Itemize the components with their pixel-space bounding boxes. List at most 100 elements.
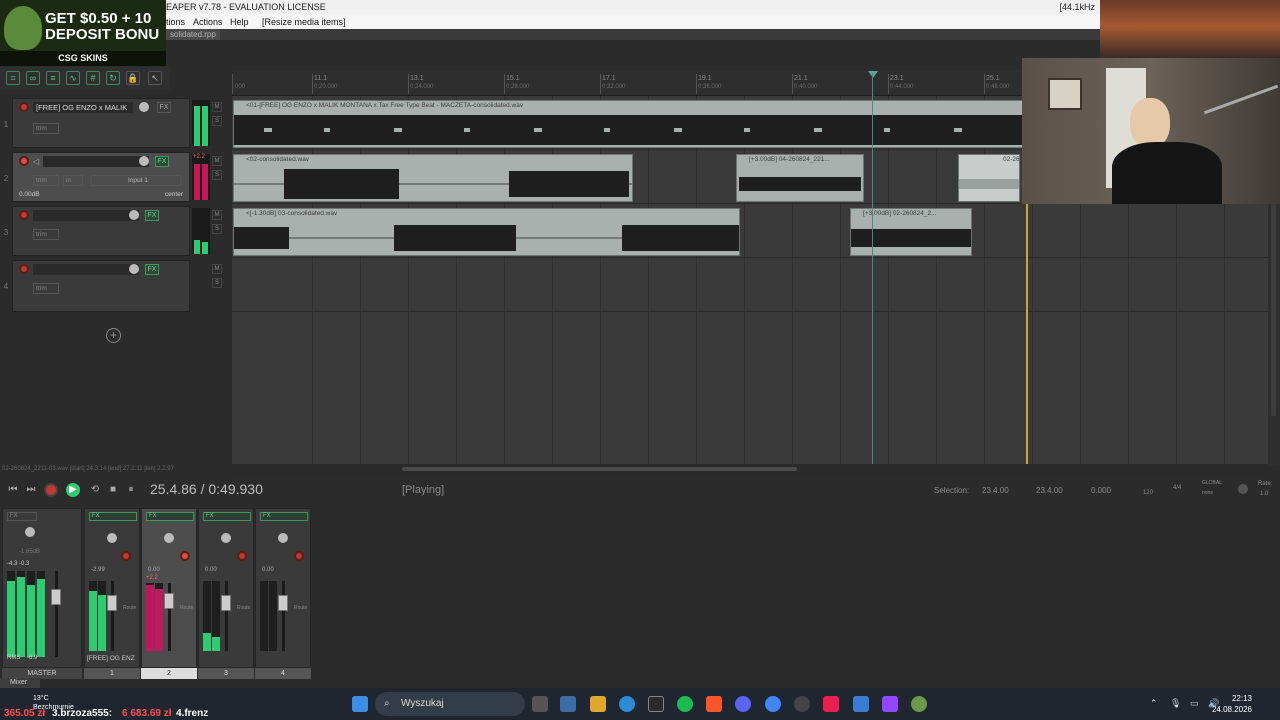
app-icon[interactable] (648, 696, 664, 712)
media-item[interactable]: <[-1.30dB] 03-consolidated.wav (233, 208, 740, 256)
strip-fader[interactable] (107, 595, 117, 611)
tray-chevron-icon[interactable]: ⌃ (1150, 698, 1158, 709)
taskbar-clock[interactable]: 22:13 24.08.2026 (1212, 693, 1252, 715)
media-item[interactable]: [+3.00dB] 04-260824_221... (736, 154, 864, 202)
file-explorer-icon[interactable] (590, 696, 606, 712)
menu-resize-media-items[interactable]: [Resize media items] (262, 17, 346, 27)
track-name-field[interactable] (33, 264, 139, 275)
strip-record-arm[interactable] (237, 551, 247, 561)
track-name-field[interactable] (33, 210, 139, 221)
go-to-start-icon[interactable]: ⏮ (6, 483, 20, 497)
strip-record-arm[interactable] (121, 551, 131, 561)
trim-button[interactable]: trim (33, 123, 59, 134)
mixer-strip-1[interactable]: FX -2.99 Route [FREE] OG ENZ (84, 508, 140, 668)
strip-pan-knob[interactable] (278, 533, 288, 543)
strip-fx-button[interactable]: FX (146, 512, 194, 521)
volume-knob[interactable] (129, 264, 139, 274)
strip-fx-button[interactable]: FX (89, 512, 137, 521)
rate-knob[interactable] (1238, 484, 1248, 494)
network-icon[interactable]: ▭ (1190, 698, 1199, 709)
fx-button[interactable]: FX (157, 102, 171, 113)
brave-icon[interactable] (706, 696, 722, 712)
strip-pan-knob[interactable] (221, 533, 231, 543)
strip-fader[interactable] (221, 595, 231, 611)
fx-button[interactable]: FX (145, 210, 159, 221)
input-select[interactable]: Input 1 (91, 175, 181, 186)
track-lane-4[interactable] (232, 258, 1268, 312)
strip-number[interactable]: 1 (84, 668, 140, 679)
notepad-icon[interactable] (853, 696, 869, 712)
master-pan-knob[interactable] (25, 527, 35, 537)
task-view-icon[interactable] (532, 696, 548, 712)
discord-icon[interactable] (735, 696, 751, 712)
tiktok-icon[interactable] (823, 696, 839, 712)
solo-button[interactable]: S (212, 278, 222, 288)
solo-button[interactable]: S (212, 224, 222, 234)
menu-actions[interactable]: Actions (193, 17, 223, 27)
pause-button[interactable]: ⏸ (124, 483, 138, 497)
strip-route-button[interactable]: Route (294, 605, 307, 611)
volume-knob[interactable] (139, 156, 149, 166)
mute-button[interactable]: M (212, 102, 222, 112)
taskbar-search[interactable]: Wyszukaj (375, 692, 525, 716)
cursor-icon[interactable]: ↖ (148, 71, 162, 85)
record-arm-button[interactable] (19, 102, 29, 112)
project-tab[interactable]: solidated.rpp (166, 29, 220, 40)
microphone-icon[interactable]: 🎙 (1170, 698, 1181, 709)
strip-record-arm[interactable] (294, 551, 304, 561)
play-cursor-marker[interactable] (868, 71, 878, 78)
volume-knob[interactable] (129, 210, 139, 220)
strip-route-button[interactable]: Route (237, 605, 250, 611)
lock-icon[interactable]: 🔒 (126, 71, 140, 85)
strip-number[interactable]: 3 (198, 668, 254, 679)
obs-icon[interactable] (882, 696, 898, 712)
menu-options[interactable]: tions (166, 17, 185, 27)
strip-fx-button[interactable]: FX (260, 512, 308, 521)
strip-pan-knob[interactable] (107, 533, 117, 543)
trim-button[interactable]: trim (33, 229, 59, 240)
go-to-end-icon[interactable]: ⏭ (24, 483, 38, 497)
menu-help[interactable]: Help (230, 17, 249, 27)
track-3-header[interactable]: FX trim (12, 206, 190, 256)
strip-pan-knob[interactable] (164, 533, 174, 543)
global-value[interactable]: none (1202, 490, 1213, 496)
mute-button[interactable]: M (212, 210, 222, 220)
master-fader[interactable] (51, 589, 61, 605)
strip-number[interactable]: 2 (141, 668, 197, 679)
bpm[interactable]: 120 (1143, 490, 1153, 496)
master-fx-button[interactable]: FX (7, 512, 37, 521)
stop-button[interactable]: ■ (106, 483, 120, 497)
mixer-tab[interactable]: Mixer (0, 678, 40, 688)
record-arm-button[interactable] (19, 210, 29, 220)
fx-button[interactable]: FX (145, 264, 159, 275)
selection-end[interactable]: 23.4.00 (1036, 486, 1063, 495)
track-2-header[interactable]: ◁ FX trim in Input 1 0.00dB center (12, 152, 190, 202)
strip-fader[interactable] (278, 595, 288, 611)
mixer-strip-2[interactable]: FX 0.00 +2.2 Route (141, 508, 197, 668)
speaker-icon[interactable]: ◁ (33, 157, 39, 166)
mute-button[interactable]: M (212, 156, 222, 166)
fx-button[interactable]: FX (155, 156, 169, 167)
settings-icon[interactable] (794, 696, 810, 712)
reaper-icon[interactable] (911, 696, 927, 712)
solo-button[interactable]: S (212, 116, 222, 126)
strip-route-button[interactable]: Route (180, 605, 193, 611)
strip-record-arm[interactable] (180, 551, 190, 561)
track-4-header[interactable]: FX trim (12, 260, 190, 312)
media-item[interactable]: <02-consolidated.wav (233, 154, 633, 202)
grid-icon[interactable]: # (86, 71, 100, 85)
ripple-edit-icon[interactable]: ≡ (46, 71, 60, 85)
strip-route-button[interactable]: Route (123, 605, 136, 611)
chrome-icon[interactable] (765, 696, 781, 712)
time-signature[interactable]: 4/4 (1173, 485, 1181, 491)
edge-icon[interactable] (619, 696, 635, 712)
horizontal-scrollbar[interactable] (232, 464, 1268, 474)
input-monitor-button[interactable]: in (63, 175, 83, 186)
trim-button[interactable]: trim (33, 283, 59, 294)
volume-knob[interactable] (139, 102, 149, 112)
spotify-icon[interactable] (677, 696, 693, 712)
store-icon[interactable] (560, 696, 576, 712)
link-icon[interactable]: ∞ (26, 71, 40, 85)
grid-snap-icon[interactable]: ⌗ (6, 71, 20, 85)
strip-fader[interactable] (164, 593, 174, 609)
